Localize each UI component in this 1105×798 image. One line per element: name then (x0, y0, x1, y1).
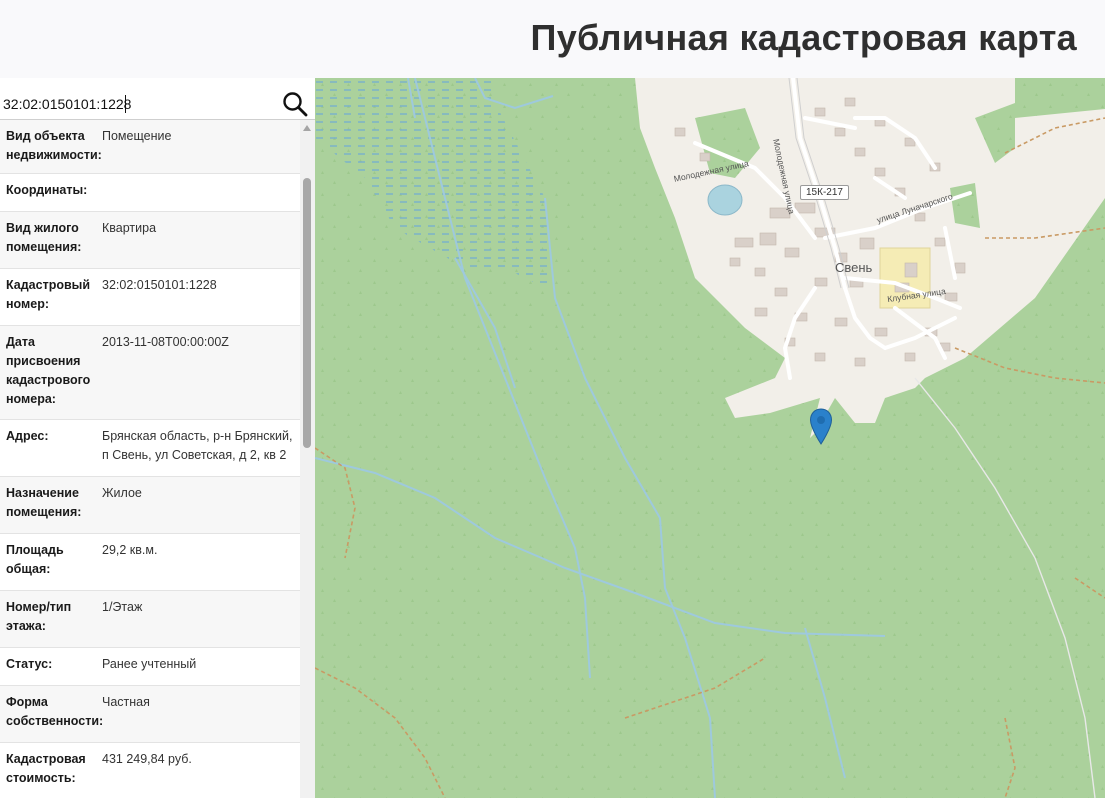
info-label: Статус: (6, 657, 53, 671)
info-row-coordinates: Координаты: (0, 174, 300, 212)
info-label: Адрес: (6, 429, 49, 443)
info-row-cadastral-value: Кадастровая стоимость: 431 249,84 руб. (0, 743, 300, 798)
info-panel: Вид объекта недвижимости: Помещение Коор… (0, 78, 315, 798)
info-row-dwelling-type: Вид жилого помещения: Квартира (0, 212, 300, 269)
info-label: Кадастровая стоимость: (6, 752, 86, 785)
info-label: Кадастровый номер: (6, 278, 91, 311)
cadastral-search-input[interactable] (3, 93, 273, 115)
info-row-purpose: Назначение помещения: Жилое (0, 477, 300, 534)
map-view[interactable]: Свень 15К-217 Молодежная улица Молодежна… (315, 78, 1105, 798)
info-label: Форма собственности: (6, 695, 104, 728)
info-label: Назначение помещения: (6, 486, 82, 519)
page-title: Публичная кадастровая карта (530, 17, 1077, 58)
info-label: Номер/тип этажа: (6, 600, 72, 633)
town-label: Свень (835, 260, 873, 275)
property-info-list: Вид объекта недвижимости: Помещение Коор… (0, 120, 300, 798)
info-value: 1/Этаж (102, 600, 143, 614)
info-value: Помещение (102, 129, 172, 143)
road-shield: 15К-217 (800, 185, 849, 200)
info-value: Жилое (102, 486, 142, 500)
map-canvas[interactable] (315, 78, 1105, 798)
info-value: 32:02:0150101:1228 (102, 278, 217, 292)
app-root: Публичная кадастровая карта Вид объекта … (0, 0, 1105, 798)
pond (707, 184, 743, 216)
info-value: Ранее учтенный (102, 657, 197, 671)
info-row-ownership: Форма собственности: Частная (0, 686, 300, 743)
info-value: 431 249,84 руб. (102, 752, 192, 766)
search-button[interactable] (281, 90, 309, 118)
property-marker[interactable] (809, 408, 833, 446)
info-label: Координаты: (6, 183, 88, 197)
page-header: Публичная кадастровая карта (0, 0, 1105, 78)
info-value: Брянская область, р-н Брянский, п Свень,… (102, 429, 293, 462)
info-row-cadastral-number: Кадастровый номер: 32:02:0150101:1228 (0, 269, 300, 326)
info-scrollbar[interactable] (300, 120, 315, 798)
info-label: Вид объекта недвижимости: (6, 129, 102, 162)
info-row-address: Адрес: Брянская область, р-н Брянский, п… (0, 420, 300, 477)
info-row-floor: Номер/тип этажа: 1/Этаж (0, 591, 300, 648)
scroll-up-arrow-icon[interactable] (303, 125, 311, 131)
info-value: 2013-11-08T00:00:00Z (102, 335, 229, 349)
info-row-area: Площадь общая: 29,2 кв.м. (0, 534, 300, 591)
search-icon (283, 92, 308, 117)
map-pin-icon (809, 408, 833, 445)
info-value: 29,2 кв.м. (102, 543, 158, 557)
info-row-assignment-date: Дата присвоения кадастрового номера: 201… (0, 326, 300, 420)
info-row-object-type: Вид объекта недвижимости: Помещение (0, 120, 300, 174)
text-cursor (125, 95, 126, 113)
scroll-thumb[interactable] (303, 178, 311, 448)
info-label: Дата присвоения кадастрового номера: (6, 335, 91, 406)
info-value: Частная (102, 695, 150, 709)
info-value: Квартира (102, 221, 157, 235)
info-label: Вид жилого помещения: (6, 221, 82, 254)
info-label: Площадь общая: (6, 543, 64, 576)
search-bar (0, 89, 315, 120)
info-row-status: Статус: Ранее учтенный (0, 648, 300, 686)
